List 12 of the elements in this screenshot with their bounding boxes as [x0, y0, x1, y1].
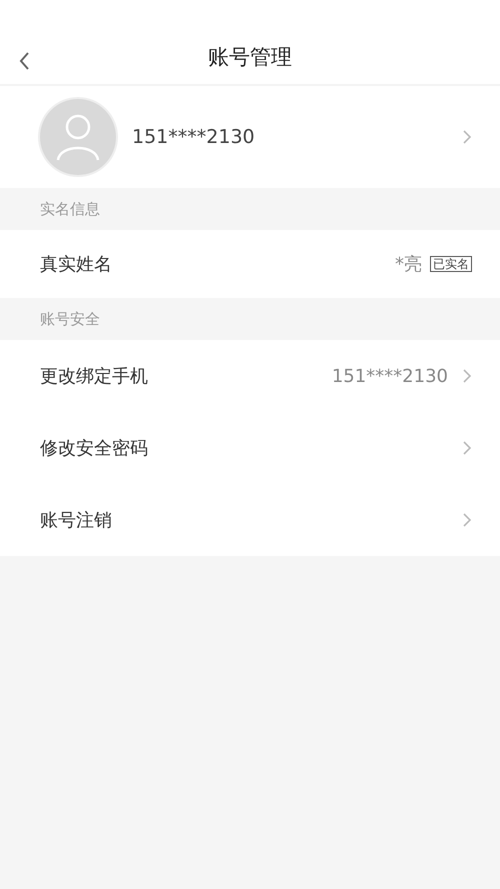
chevron-right-icon	[462, 129, 472, 145]
settings-row[interactable]: 更改绑定手机 151****2130	[0, 340, 500, 412]
section-header: 实名信息	[40, 198, 100, 220]
settings-row[interactable]: 账号注销	[0, 484, 500, 556]
page-title: 账号管理	[208, 45, 292, 69]
settings-row[interactable]: 真实姓名 *亮 已实名	[0, 230, 500, 298]
verified-badge: 已实名	[430, 256, 472, 272]
settings-row[interactable]: 修改安全密码	[0, 412, 500, 484]
avatar-icon	[40, 99, 116, 175]
profile-row[interactable]: 151****2130	[0, 86, 500, 188]
section-header: 账号安全	[40, 308, 100, 330]
back-icon	[18, 50, 30, 71]
